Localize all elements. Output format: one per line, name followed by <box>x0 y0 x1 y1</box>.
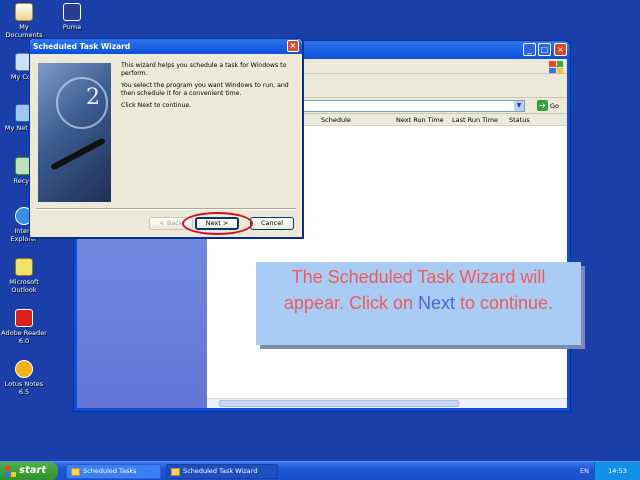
column-header-next-run-time[interactable]: Next Run Time <box>396 116 444 124</box>
wizard-title[interactable]: Scheduled Task Wizard <box>30 39 302 54</box>
folder-icon <box>71 468 80 476</box>
wizard-paragraph-3: Click Next to continue. <box>121 102 192 109</box>
taskbar-item-scheduled-task-wizard[interactable]: Scheduled Task Wizard <box>166 464 278 479</box>
column-header-schedule[interactable]: Schedule <box>321 116 351 124</box>
clock-numeral: 2 <box>86 85 100 110</box>
system-tray-clock[interactable]: 14:53 <box>594 462 640 480</box>
column-header-status[interactable]: Status <box>509 116 530 124</box>
chevron-down-icon[interactable]: ▼ <box>514 101 524 111</box>
taskbar-item-label: Scheduled Tasks <box>83 467 137 475</box>
callout-text-after: to continue. <box>455 293 554 313</box>
desktop-icon-my-documents[interactable]: My Documents <box>0 3 48 39</box>
maximize-button[interactable]: □ <box>538 43 551 56</box>
taskbar-item-scheduled-tasks[interactable]: Scheduled Tasks <box>66 464 161 479</box>
next-button-highlight-ring <box>182 212 253 235</box>
desktop-icon-lotus-notes[interactable]: Lotus Notes 6.5 <box>0 360 48 396</box>
start-label: start <box>19 465 47 476</box>
desktop-icon-label: Puma <box>62 23 82 31</box>
clock-icon <box>56 77 108 129</box>
cancel-button[interactable]: Cancel <box>250 217 294 230</box>
folder-icon <box>171 468 180 476</box>
tutorial-callout: The Scheduled Task Wizard will appear. C… <box>256 262 581 345</box>
desktop-icon-puma[interactable]: Puma <box>48 3 96 31</box>
taskbar: start Scheduled Tasks Scheduled Task Wiz… <box>0 461 640 480</box>
go-button[interactable]: ➔ Go <box>536 99 559 112</box>
wizard-divider <box>36 208 296 210</box>
windows-logo-icon <box>549 61 563 73</box>
horizontal-scrollbar[interactable] <box>207 398 567 408</box>
callout-highlight: Next <box>417 293 455 313</box>
folder-documents-icon <box>15 3 33 21</box>
desktop-icon-label: My Documents <box>5 23 43 39</box>
puma-app-icon <box>63 3 81 21</box>
desktop-icon-microsoft-outlook[interactable]: Microsoft Outlook <box>0 258 48 294</box>
taskbar-item-label: Scheduled Task Wizard <box>183 467 258 475</box>
start-button[interactable]: start <box>0 462 58 480</box>
wizard-paragraph-2: You select the program you want Windows … <box>121 82 289 97</box>
desktop-icon-label: Adobe Reader 6.0 <box>1 329 47 345</box>
lotus-notes-icon <box>15 360 33 378</box>
wizard-paragraph-1: This wizard helps you schedule a task fo… <box>121 62 287 77</box>
scrollbar-thumb[interactable] <box>219 400 459 407</box>
outlook-icon <box>15 258 33 276</box>
scheduled-task-wizard-dialog[interactable]: Scheduled Task Wizard × 2 This wizard he… <box>29 38 303 238</box>
minimize-button[interactable]: _ <box>523 43 536 56</box>
wizard-intro-text: This wizard helps you schedule a task fo… <box>121 62 291 115</box>
wizard-close-button[interactable]: × <box>287 40 299 52</box>
wizard-clock-illustration: 2 <box>38 63 111 202</box>
column-header-last-run-time[interactable]: Last Run Time <box>452 116 498 124</box>
language-indicator[interactable]: EN <box>580 462 589 480</box>
callout-text: The Scheduled Task Wizard will appear. C… <box>260 264 577 316</box>
desktop-icon-adobe-reader[interactable]: Adobe Reader 6.0 <box>0 309 48 345</box>
desktop-icon-label: Lotus Notes 6.5 <box>4 380 44 396</box>
go-arrow-icon: ➔ <box>536 100 548 111</box>
close-button[interactable]: × <box>554 43 567 56</box>
pen-icon <box>50 137 106 171</box>
adobe-reader-icon <box>15 309 33 327</box>
desktop-icon-label: Microsoft Outlook <box>9 278 39 294</box>
windows-flag-icon <box>5 466 16 477</box>
go-label: Go <box>549 101 559 110</box>
